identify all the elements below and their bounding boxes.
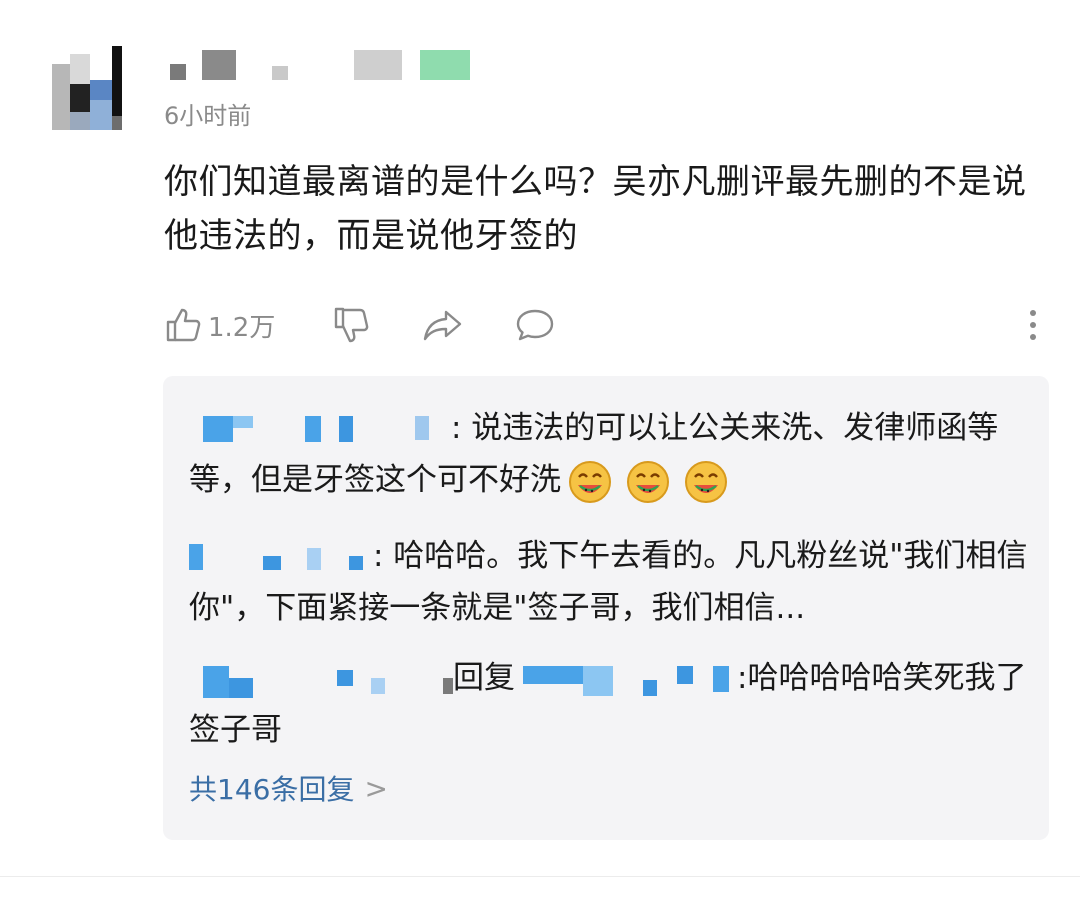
avatar-pixel	[112, 116, 122, 130]
watermelon-grin-emoji	[567, 459, 613, 505]
avatar-pixel	[70, 54, 90, 84]
redaction-pixel	[349, 555, 363, 570]
redaction-pixel	[263, 555, 281, 570]
thumbs-up-icon	[164, 306, 202, 344]
redaction-pixel	[203, 415, 233, 442]
redaction-pixel	[415, 415, 429, 440]
comment-bubble-icon	[514, 306, 556, 344]
reply-to-label: 回复	[453, 660, 515, 696]
reply-target-username-redacted	[515, 660, 737, 700]
redaction-pixel	[233, 415, 253, 428]
share-icon	[422, 306, 464, 344]
redaction-pixel	[339, 415, 353, 442]
redaction-pixel	[307, 547, 321, 570]
reply-item[interactable]: : 哈哈哈。我下午去看的。凡凡粉丝说"我们相信你"，下面紧接一条就是"签子哥，我…	[189, 530, 1031, 634]
redaction-pixel	[583, 665, 613, 696]
like-button[interactable]: 1.2万	[164, 300, 275, 350]
avatar-pixel	[112, 46, 122, 116]
chevron-right-icon: >	[364, 771, 388, 805]
reply-item[interactable]: : 说违法的可以让公关来洗、发律师函等等，但是牙签这个可不好洗	[189, 402, 1031, 506]
redaction-pixel	[420, 50, 470, 80]
avatar-pixel	[70, 112, 90, 130]
comment-time: 6小时前	[164, 102, 252, 130]
redaction-pixel	[203, 665, 229, 698]
more-options-button[interactable]	[1026, 300, 1040, 350]
avatar[interactable]	[48, 46, 128, 134]
redaction-pixel	[677, 665, 693, 684]
redaction-pixel	[523, 665, 583, 684]
dislike-button[interactable]	[332, 300, 370, 350]
view-all-replies-link[interactable]: 共146条回复 >	[189, 768, 388, 808]
like-count: 1.2万	[208, 312, 276, 343]
comment-action-bar: 1.2万	[164, 300, 1054, 350]
redaction-pixel	[354, 50, 402, 80]
redaction-pixel	[371, 677, 385, 694]
avatar-pixel	[70, 84, 90, 112]
watermelon-grin-emoji	[625, 459, 671, 505]
comment-text: 你们知道最离谱的是什么吗？吴亦凡删评最先删的不是说他违法的，而是说他牙签的	[164, 162, 1027, 256]
more-vertical-icon	[1026, 307, 1040, 343]
redaction-pixel	[189, 543, 203, 570]
redaction-pixel	[229, 677, 253, 698]
comment-button[interactable]	[514, 300, 556, 350]
reply-username-redacted	[189, 538, 373, 578]
divider	[0, 876, 1080, 877]
redaction-pixel	[337, 669, 353, 686]
reply-username-redacted	[189, 660, 453, 700]
share-button[interactable]	[422, 300, 464, 350]
view-all-replies-label: 共146条回复	[189, 773, 355, 806]
avatar-pixel	[52, 64, 70, 130]
redaction-pixel	[713, 665, 729, 692]
watermelon-grin-emoji	[683, 459, 729, 505]
avatar-pixel	[90, 80, 112, 100]
redaction-pixel	[202, 50, 236, 80]
redaction-pixel	[272, 66, 288, 80]
redaction-pixel	[643, 679, 657, 696]
replies-panel: : 说违法的可以让公关来洗、发律师函等等，但是牙签这个可不好洗 : 哈哈哈。我下…	[163, 376, 1049, 840]
emoji-group	[561, 460, 735, 503]
reply-username-redacted	[189, 410, 451, 450]
redaction-pixel	[170, 64, 186, 80]
redaction-pixel	[305, 415, 321, 442]
thumbs-down-icon	[332, 305, 370, 345]
username-redacted[interactable]	[164, 46, 484, 86]
redaction-pixel	[443, 677, 453, 694]
reply-item[interactable]: 回复 :哈哈哈哈哈笑死我了签子哥	[189, 652, 1031, 756]
avatar-pixel	[90, 100, 112, 130]
